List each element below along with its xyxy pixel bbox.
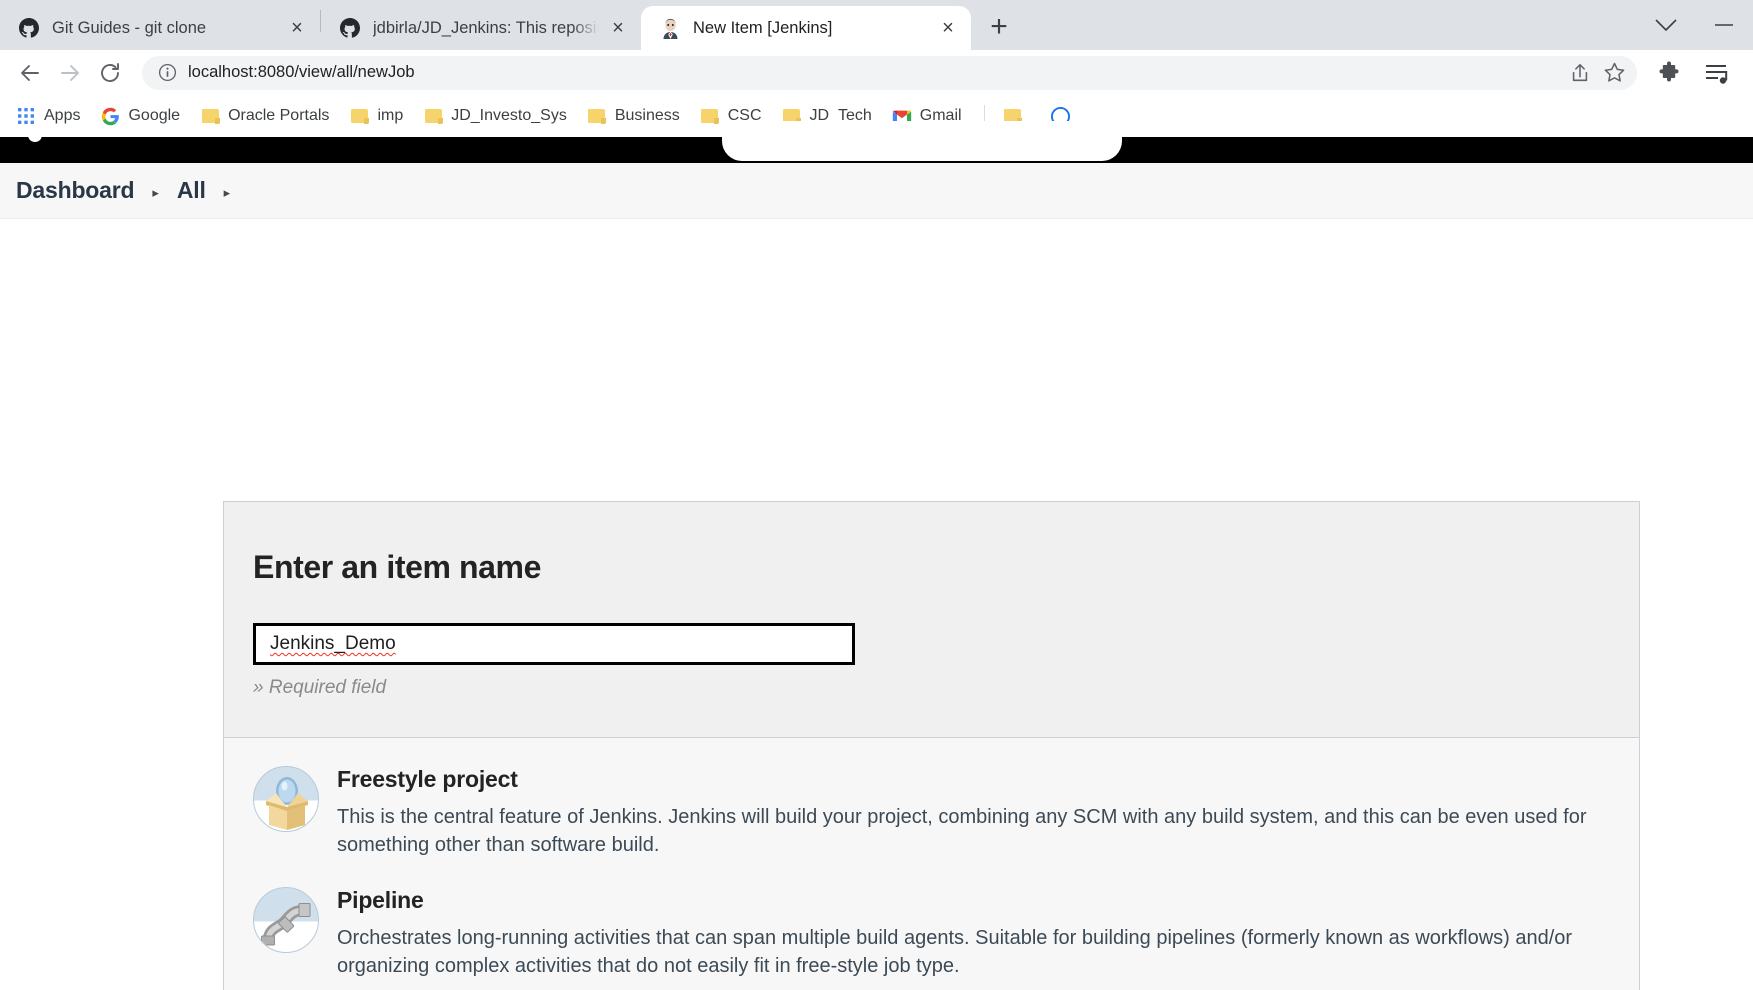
item-type-freestyle-project[interactable]: Freestyle project This is the central fe… — [224, 764, 1639, 885]
item-type-title: Freestyle project — [337, 766, 518, 792]
item-type-pipeline[interactable]: Pipeline Orchestrates long-running activ… — [224, 885, 1639, 990]
bookmark-star-icon[interactable] — [1597, 58, 1631, 88]
tab-strip: Git Guides - git clone × jdbirla/JD_Jenk… — [0, 0, 1753, 50]
chevron-right-icon: ▸ — [152, 184, 159, 200]
share-icon[interactable] — [1563, 58, 1597, 88]
tab-title: jdbirla/JD_Jenkins: This repository — [373, 18, 599, 37]
folder-icon — [587, 106, 607, 126]
item-type-description: Orchestrates long-running activities tha… — [337, 926, 1573, 978]
item-type-title: Pipeline — [337, 886, 424, 913]
bookmark-label: Business — [614, 107, 680, 124]
tab-new-item-jenkins[interactable]: New Item [Jenkins] × — [641, 6, 971, 50]
info-circle-icon[interactable] — [156, 62, 178, 84]
jenkins-logo-icon[interactable] — [24, 131, 46, 149]
bookmark-apps[interactable]: Apps — [8, 102, 88, 130]
tab-git-guides[interactable]: Git Guides - git clone × — [0, 6, 320, 50]
bookmark-label: Apps — [44, 107, 81, 124]
close-icon[interactable]: × — [605, 15, 631, 41]
github-icon — [18, 17, 40, 39]
breadcrumb-item-all[interactable]: All — [177, 177, 206, 204]
close-icon[interactable]: × — [935, 15, 961, 41]
minimize-icon[interactable] — [1695, 0, 1753, 50]
address-bar[interactable]: localhost:8080/view/all/newJob — [142, 55, 1637, 90]
folder-icon — [349, 106, 369, 126]
bookmark-label: Google — [128, 107, 181, 124]
reading-list-icon[interactable] — [1699, 55, 1735, 91]
jenkins-icon — [659, 17, 681, 39]
folder-icon — [200, 106, 220, 126]
url-text[interactable]: localhost:8080/view/all/newJob — [188, 63, 1563, 82]
folder-icon — [700, 106, 720, 126]
bookmark-label: Oracle Portals — [228, 107, 330, 124]
tab-jd-jenkins-repo[interactable]: jdbirla/JD_Jenkins: This repository × — [321, 6, 641, 50]
navigation-toolbar: localhost:8080/view/all/newJob — [0, 50, 1753, 95]
back-icon[interactable] — [12, 55, 48, 91]
page-content: Enter an item name Jenkins_Demo » Requir… — [0, 219, 1753, 990]
chevron-right-icon: ▸ — [223, 184, 231, 200]
item-type-description: This is the central feature of Jenkins. … — [337, 806, 1587, 857]
tab-search-icon[interactable] — [1637, 0, 1695, 50]
bookmark-business[interactable]: Business — [579, 102, 688, 130]
close-icon[interactable]: × — [284, 15, 310, 41]
reload-icon[interactable] — [92, 55, 128, 91]
bookmark-label: imp — [377, 107, 404, 124]
new-tab-button[interactable]: + — [979, 7, 1019, 47]
item-type-body: Freestyle project This is the central fe… — [337, 764, 1639, 860]
toolbar-actions — [1645, 55, 1741, 91]
tab-title: Git Guides - git clone — [52, 18, 207, 37]
tab-title: New Item [Jenkins] — [693, 18, 833, 37]
breadcrumb-item-dashboard[interactable]: Dashboard — [16, 177, 135, 204]
item-type-body: Pipeline Orchestrates long-running activ… — [337, 885, 1639, 981]
item-name-section: Enter an item name Jenkins_Demo » Requir… — [224, 502, 1639, 738]
bookmark-label: JD_Investo_Sys — [451, 107, 567, 124]
breadcrumb: Dashboard ▸ All ▸ — [0, 163, 1753, 219]
item-name-value[interactable]: Jenkins_Demo — [270, 633, 396, 655]
window-controls — [1637, 0, 1753, 50]
bookmark-imp[interactable]: imp — [341, 102, 411, 130]
pipeline-pipe-icon — [253, 886, 319, 953]
page-title: Enter an item name — [253, 549, 542, 585]
freestyle-box-icon — [253, 766, 319, 832]
browser-window: Git Guides - git clone × jdbirla/JD_Jenk… — [0, 0, 1753, 990]
bookmark-oracle-portals[interactable]: Oracle Portals — [192, 102, 337, 130]
puzzle-icon[interactable] — [1651, 55, 1687, 91]
forward-icon — [52, 55, 88, 91]
required-field-note: » Required field — [253, 677, 387, 698]
new-item-card: Enter an item name Jenkins_Demo » Requir… — [223, 501, 1640, 990]
jenkins-header-bar — [0, 121, 1753, 163]
apps-grid-icon — [16, 106, 36, 126]
jenkins-page: Dashboard ▸ All ▸ Enter an item name Jen… — [0, 121, 1753, 990]
folder-icon — [423, 106, 443, 126]
github-icon — [339, 17, 361, 39]
google-g-icon — [100, 106, 120, 126]
item-type-list: Freestyle project This is the central fe… — [224, 738, 1639, 990]
bookmark-google[interactable]: Google — [92, 102, 188, 130]
item-name-input[interactable]: Jenkins_Demo — [253, 623, 855, 665]
jenkins-search-box[interactable] — [722, 121, 1122, 161]
bookmark-jd-investo-sys[interactable]: JD_Investo_Sys — [415, 102, 575, 130]
